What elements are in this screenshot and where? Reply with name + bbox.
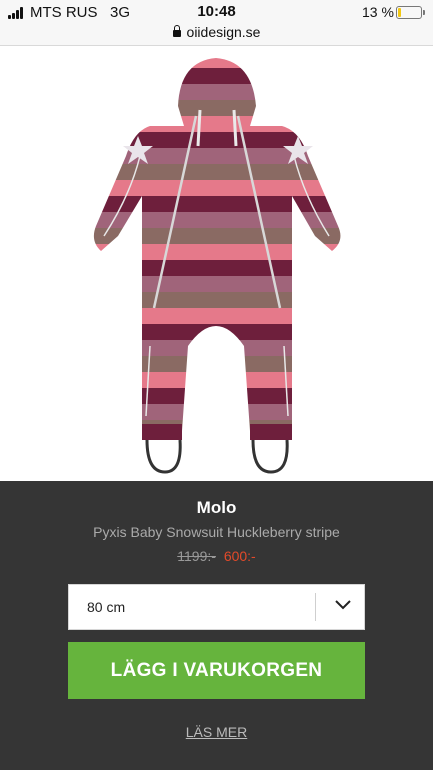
address-bar[interactable]: oiidesign.se xyxy=(0,24,433,46)
product-image xyxy=(93,58,341,474)
product-image-gallery[interactable] xyxy=(0,46,433,503)
status-bar: MTS RUS 3G 10:48 13 % xyxy=(0,0,433,24)
read-more-link[interactable]: LÄS MER xyxy=(0,724,433,740)
add-to-cart-button[interactable]: LÄGG I VARUKORGEN xyxy=(68,642,365,699)
url-text: oiidesign.se xyxy=(186,24,261,40)
lock-icon xyxy=(172,25,181,37)
size-selected-value: 80 cm xyxy=(87,599,126,615)
chevron-down-icon[interactable] xyxy=(333,597,353,613)
battery-percent: 13 % xyxy=(362,4,394,20)
url-display[interactable]: oiidesign.se xyxy=(172,24,261,40)
size-select[interactable]: 80 cm xyxy=(68,584,365,630)
old-price: 1199:- xyxy=(177,548,216,564)
product-name: Pyxis Baby Snowsuit Huckleberry stripe xyxy=(93,524,340,540)
product-brand: Molo xyxy=(196,498,237,517)
select-divider xyxy=(315,593,316,621)
price-block: 1199:- 600:- xyxy=(0,548,433,564)
battery-icon xyxy=(396,6,425,19)
sale-price: 600:- xyxy=(223,548,256,564)
